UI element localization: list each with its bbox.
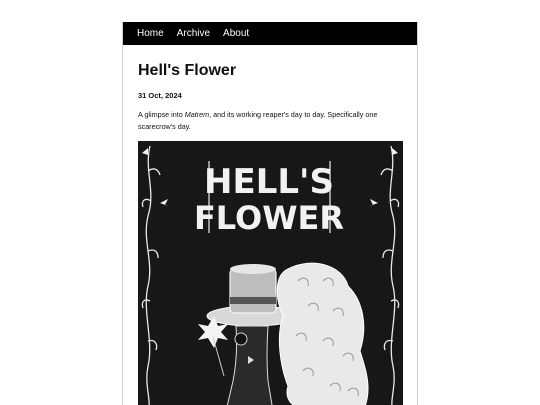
cover-title-line1: HELL'S [204,162,334,202]
top-nav: Home Archive About [123,22,417,45]
cover-illustration: HELL'S FLOWER [138,141,403,405]
post-body: A glimpse into Matrem, and its working r… [138,109,396,132]
post-body-emphasis: Matrem [184,110,210,119]
post-title: Hell's Flower [138,62,237,79]
cover-image: HELL'S FLOWER [138,141,403,405]
page-container: Home Archive About Hell's Flower 31 Oct,… [122,22,418,405]
cover-title-line2: FLOWER [194,199,344,237]
nav-about-link[interactable]: About [223,28,249,39]
nav-home-link[interactable]: Home [137,28,164,39]
post-body-text: A glimpse into [138,110,185,119]
post-date: 31 Oct, 2024 [138,91,182,100]
nav-archive-link[interactable]: Archive [177,28,210,39]
post-content: Hell's Flower 31 Oct, 2024 A glimpse int… [123,60,417,132]
